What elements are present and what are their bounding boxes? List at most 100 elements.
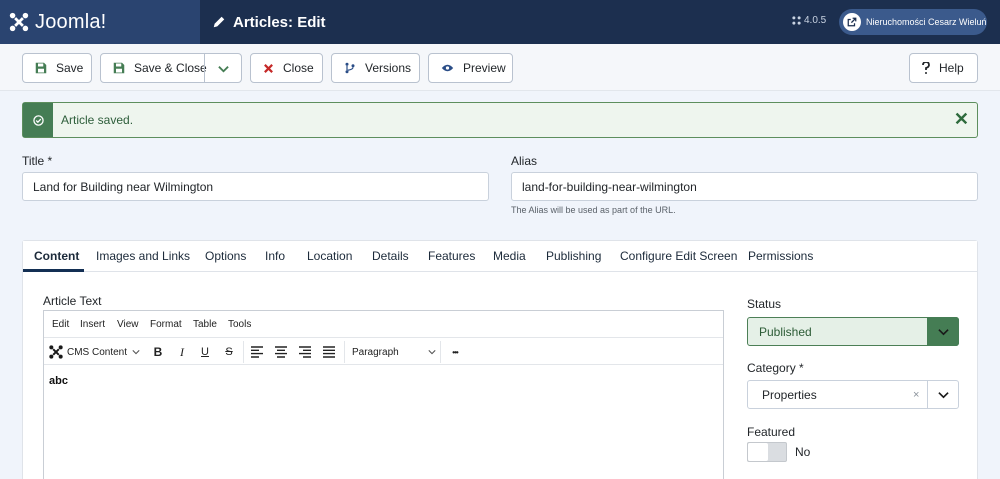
status-value: Published	[759, 325, 812, 339]
joomla-icon	[49, 345, 63, 359]
header: Joomla! Articles: Edit 4.0.5 Nieruchomoś…	[0, 0, 1000, 44]
close-icon	[264, 63, 273, 73]
status-select[interactable]: Published	[747, 317, 959, 346]
alias-label: Alias	[511, 154, 538, 168]
tab-images-links[interactable]: Images and Links	[96, 249, 190, 263]
category-select[interactable]: Properties ×	[747, 380, 959, 409]
page-title: Articles: Edit	[212, 0, 326, 44]
tab-permissions[interactable]: Permissions	[748, 249, 813, 263]
edit-panel: Content Images and Links Options Info Lo…	[22, 240, 978, 479]
close-label: Close	[283, 61, 314, 75]
editor-menubar: Edit Insert View Format Table Tools	[44, 311, 723, 338]
alert-icon-box	[23, 103, 53, 137]
tab-features[interactable]: Features	[428, 249, 475, 263]
featured-toggle[interactable]	[747, 442, 787, 462]
block-format-label: Paragraph	[352, 346, 399, 358]
tab-details[interactable]: Details	[372, 249, 409, 263]
menu-tools[interactable]: Tools	[228, 319, 251, 330]
featured-label: Featured	[747, 425, 796, 439]
underline-button[interactable]: U	[198, 342, 212, 362]
menu-view[interactable]: View	[117, 319, 139, 330]
tab-options[interactable]: Options	[205, 249, 246, 263]
save-button[interactable]: Save	[22, 53, 92, 83]
chevron-down-icon	[927, 381, 958, 408]
menu-insert[interactable]: Insert	[80, 319, 105, 330]
save-close-label: Save & Close	[134, 61, 207, 75]
bold-button[interactable]: B	[151, 342, 165, 362]
page-title-text: Articles: Edit	[233, 13, 326, 31]
branch-icon	[345, 62, 355, 74]
versions-button[interactable]: Versions	[331, 53, 420, 83]
divider	[344, 341, 345, 363]
toggle-knob	[748, 443, 768, 461]
title-label: Title *	[22, 154, 53, 168]
tab-publishing[interactable]: Publishing	[546, 249, 601, 263]
eye-icon	[441, 64, 454, 72]
toolbar: Save Save & Close Close Versions Preview…	[0, 44, 1000, 91]
align-justify-icon[interactable]	[322, 342, 336, 362]
save-label: Save	[56, 61, 84, 75]
question-icon	[922, 62, 930, 74]
rich-text-editor: Edit Insert View Format Table Tools CMS …	[43, 310, 724, 479]
alias-input[interactable]: land-for-building-near-wilmington	[511, 172, 978, 201]
align-right-icon[interactable]	[298, 342, 312, 362]
editor-toolbar: CMS Content B I U S Paragraph •••	[44, 338, 723, 365]
check-circle-icon	[32, 114, 44, 126]
divider	[204, 54, 205, 82]
menu-edit[interactable]: Edit	[52, 319, 69, 330]
category-value: Properties	[762, 388, 817, 402]
cms-content-dropdown[interactable]: CMS Content	[48, 342, 140, 362]
featured-value: No	[795, 445, 811, 459]
tab-location[interactable]: Location	[307, 249, 352, 263]
joomla-logo[interactable]: Joomla!	[0, 0, 200, 44]
status-label: Status	[747, 297, 782, 311]
versions-label: Versions	[365, 61, 412, 75]
help-label: Help	[939, 61, 964, 75]
tab-info[interactable]: Info	[265, 249, 285, 263]
cms-content-label: CMS Content	[67, 346, 128, 358]
joomla-small-icon	[792, 16, 801, 25]
version-text: 4.0.5	[804, 15, 827, 26]
align-center-icon[interactable]	[274, 342, 288, 362]
tab-configure-edit-screen[interactable]: Configure Edit Screen	[620, 249, 737, 263]
chevron-down-icon	[927, 317, 959, 346]
chevron-down-icon	[428, 350, 436, 355]
italic-button[interactable]: I	[175, 342, 189, 362]
save-icon	[35, 62, 47, 74]
strikethrough-button[interactable]: S	[222, 342, 236, 362]
chevron-down-icon	[132, 350, 140, 355]
divider	[440, 341, 441, 363]
preview-label: Preview	[463, 61, 506, 75]
more-button[interactable]: •••	[447, 342, 463, 362]
site-link-button[interactable]: Nieruchomości Cesarz Wieluń	[839, 9, 987, 35]
alias-hint: The Alias will be used as part of the UR…	[511, 205, 676, 215]
align-left-icon[interactable]	[250, 342, 264, 362]
article-text-label: Article Text	[43, 294, 102, 308]
success-alert: Article saved. ✕	[22, 102, 978, 138]
alert-close-button[interactable]: ✕	[954, 109, 969, 129]
tab-content[interactable]: Content	[34, 249, 79, 263]
external-link-icon	[843, 13, 861, 31]
divider	[243, 341, 244, 363]
close-button[interactable]: Close	[250, 53, 323, 83]
version-info: 4.0.5	[792, 15, 826, 26]
tab-media[interactable]: Media	[493, 249, 526, 263]
title-input[interactable]: Land for Building near Wilmington	[22, 172, 489, 201]
editor-content[interactable]: abc	[49, 375, 68, 387]
save-icon	[113, 62, 125, 74]
site-name: Nieruchomości Cesarz Wieluń	[866, 17, 987, 27]
brand-name: Joomla!	[35, 10, 107, 33]
menu-table[interactable]: Table	[193, 319, 217, 330]
category-label: Category *	[747, 361, 804, 375]
save-close-button[interactable]: Save & Close	[100, 53, 242, 83]
active-tab-indicator	[23, 269, 84, 272]
menu-format[interactable]: Format	[150, 319, 182, 330]
pencil-icon	[213, 16, 225, 28]
alert-message: Article saved.	[61, 113, 134, 127]
chevron-down-icon[interactable]	[218, 63, 229, 74]
preview-button[interactable]: Preview	[428, 53, 513, 83]
clear-icon[interactable]: ×	[913, 389, 919, 401]
tab-bar: Content Images and Links Options Info Lo…	[23, 241, 977, 272]
block-format-dropdown[interactable]: Paragraph	[352, 342, 436, 362]
help-button[interactable]: Help	[909, 53, 978, 83]
